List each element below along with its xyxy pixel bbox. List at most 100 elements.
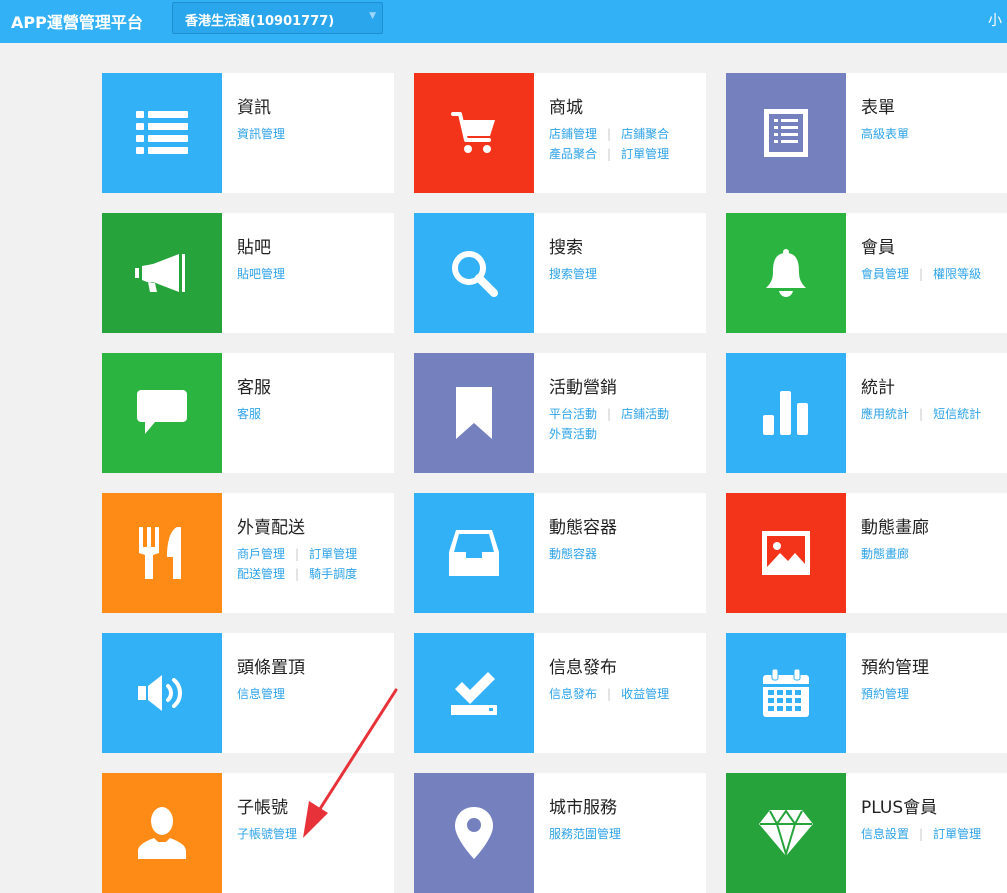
module-title[interactable]: 資訊 [237, 93, 271, 118]
chat-bubble-icon [137, 390, 187, 436]
module-link[interactable]: 配送管理 [237, 567, 285, 581]
module-card[interactable]: 子帳號 子帳號管理 [102, 773, 394, 893]
module-link[interactable]: 外賣活動 [549, 427, 597, 441]
module-link[interactable]: 權限等級 [933, 267, 981, 281]
module-links: 動態畫廊 [861, 544, 1007, 564]
module-card[interactable]: 動態容器 動態容器 [414, 493, 706, 613]
module-tile[interactable] [726, 353, 846, 473]
module-tile[interactable] [414, 73, 534, 193]
module-tile[interactable] [102, 73, 222, 193]
module-tile[interactable] [414, 773, 534, 893]
module-link[interactable]: 訂單管理 [933, 827, 981, 841]
module-link[interactable]: 動態容器 [549, 547, 597, 561]
module-tile[interactable] [102, 213, 222, 333]
module-tile[interactable] [726, 213, 846, 333]
module-card[interactable]: 預約管理 預約管理 [726, 633, 1007, 753]
top-bar: APP運營管理平台 香港生活通(10901777) ▼ 小 [0, 0, 1007, 43]
module-link[interactable]: 搜索管理 [549, 267, 597, 281]
module-tile[interactable] [726, 73, 846, 193]
module-card[interactable]: 商城 店鋪管理 | 店鋪聚合 產品聚合 | 訂單管理 [414, 73, 706, 193]
module-title[interactable]: 頭條置頂 [237, 653, 305, 678]
module-link[interactable]: 訂單管理 [309, 547, 357, 561]
module-link[interactable]: 預約管理 [861, 687, 909, 701]
location-pin-icon [455, 807, 493, 859]
module-link[interactable]: 店鋪活動 [621, 407, 669, 421]
module-tile[interactable] [726, 633, 846, 753]
module-link[interactable]: 會員管理 [861, 267, 909, 281]
module-card[interactable]: 會員會員管理 | 權限等級 [726, 213, 1007, 333]
module-link[interactable]: 動態畫廊 [861, 547, 909, 561]
module-card[interactable]: 搜索 搜索管理 [414, 213, 706, 333]
module-card[interactable]: 頭條置頂 信息管理 [102, 633, 394, 753]
module-link[interactable]: 子帳號管理 [237, 827, 297, 841]
module-title[interactable]: 城市服務 [549, 793, 617, 818]
module-card[interactable]: 貼吧 貼吧管理 [102, 213, 394, 333]
module-link[interactable]: 騎手調度 [309, 567, 357, 581]
module-link[interactable]: 平台活動 [549, 407, 597, 421]
megaphone-icon [135, 252, 189, 294]
module-link[interactable]: 商戶管理 [237, 547, 285, 561]
module-card[interactable]: 城市服務服務范圍管理 [414, 773, 706, 893]
module-card[interactable]: 資訊 資訊管理 [102, 73, 394, 193]
module-tile[interactable] [102, 773, 222, 893]
module-title[interactable]: 商城 [549, 93, 583, 118]
link-separator: | [607, 127, 612, 141]
module-link[interactable]: 收益管理 [621, 687, 669, 701]
module-card[interactable]: 活動營銷 平台活動 | 店鋪活動 外賣活動 [414, 353, 706, 473]
module-title[interactable]: 會員 [861, 233, 895, 258]
module-card[interactable]: 動態畫廊 動態畫廊 [726, 493, 1007, 613]
module-link[interactable]: 信息管理 [237, 687, 285, 701]
module-links: 搜索管理 [549, 264, 704, 284]
module-title[interactable]: 表單 [861, 93, 895, 118]
store-select[interactable]: 香港生活通(10901777) ▼ [172, 2, 383, 34]
module-card[interactable]: 信息發布 信息發布 | 收益管理 [414, 633, 706, 753]
module-link[interactable]: 應用統計 [861, 407, 909, 421]
module-title[interactable]: 外賣配送 [237, 513, 305, 538]
module-title[interactable]: 貼吧 [237, 233, 271, 258]
module-link[interactable]: 信息設置 [861, 827, 909, 841]
module-tile[interactable] [414, 213, 534, 333]
module-link[interactable]: 店鋪管理 [549, 127, 597, 141]
module-link[interactable]: 訂單管理 [621, 147, 669, 161]
module-link[interactable]: 服務范圍管理 [549, 827, 621, 841]
module-card[interactable]: PLUS會員信息設置 | 訂單管理 [726, 773, 1007, 893]
module-card[interactable]: 客服 客服 [102, 353, 394, 473]
module-card[interactable]: 統計 應用統計 | 短信統計 [726, 353, 1007, 473]
module-links: 信息設置 | 訂單管理 [861, 824, 1007, 844]
module-title[interactable]: 活動營銷 [549, 373, 617, 398]
module-title[interactable]: 動態畫廊 [861, 513, 929, 538]
module-links: 會員管理 | 權限等級 [861, 264, 1007, 284]
module-link[interactable]: 產品聚合 [549, 147, 597, 161]
checkmark-tray-icon [451, 671, 497, 715]
module-tile[interactable] [414, 633, 534, 753]
module-title[interactable]: 統計 [861, 373, 895, 398]
module-link[interactable]: 店鋪聚合 [621, 127, 669, 141]
module-tile[interactable] [102, 493, 222, 613]
module-title[interactable]: 信息發布 [549, 653, 617, 678]
module-card[interactable]: 表單 高級表單 [726, 73, 1007, 193]
module-links: 動態容器 [549, 544, 704, 564]
module-link[interactable]: 短信統計 [933, 407, 981, 421]
module-title[interactable]: 客服 [237, 373, 271, 398]
module-title[interactable]: PLUS會員 [861, 793, 937, 818]
module-link[interactable]: 貼吧管理 [237, 267, 285, 281]
module-tile[interactable] [726, 493, 846, 613]
module-link[interactable]: 資訊管理 [237, 127, 285, 141]
link-separator: | [607, 687, 612, 701]
module-title[interactable]: 子帳號 [237, 793, 288, 818]
module-title[interactable]: 預約管理 [861, 653, 929, 678]
module-tile[interactable] [102, 353, 222, 473]
module-links: 服務范圍管理 [549, 824, 704, 844]
module-tile[interactable] [414, 493, 534, 613]
module-title[interactable]: 搜索 [549, 233, 583, 258]
module-link[interactable]: 客服 [237, 407, 261, 421]
picture-icon [762, 531, 810, 575]
user-menu[interactable]: 小 [988, 10, 1002, 30]
module-link[interactable]: 高級表單 [861, 127, 909, 141]
module-link[interactable]: 信息發布 [549, 687, 597, 701]
module-tile[interactable] [726, 773, 846, 893]
module-tile[interactable] [414, 353, 534, 473]
module-card[interactable]: 外賣配送 商戶管理 | 訂單管理 配送管理 | 騎手調度 [102, 493, 394, 613]
module-title[interactable]: 動態容器 [549, 513, 617, 538]
module-tile[interactable] [102, 633, 222, 753]
